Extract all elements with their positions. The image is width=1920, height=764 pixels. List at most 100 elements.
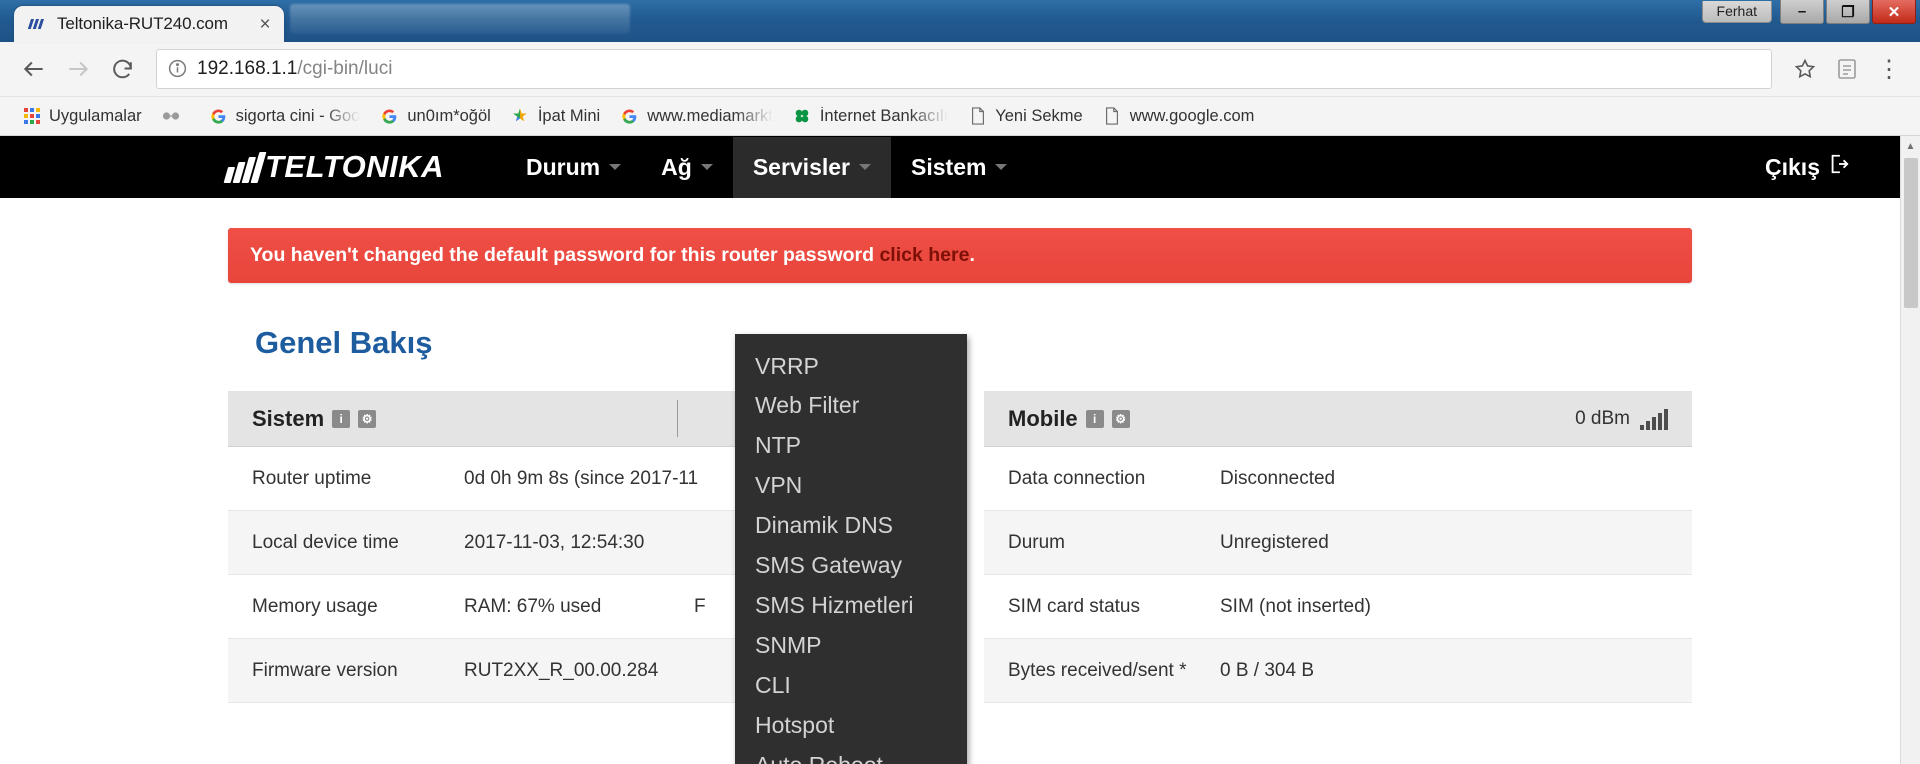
chevron-down-icon [609, 164, 622, 170]
row-value: SIM (not inserted) [1220, 595, 1371, 617]
nav-item-ag[interactable]: Ağ [641, 137, 733, 198]
back-button[interactable] [14, 49, 54, 89]
gear-icon[interactable]: ⚙ [1111, 409, 1130, 428]
nav-item-label: Durum [526, 153, 601, 180]
signal-bars-icon [1640, 408, 1668, 430]
google-icon [209, 107, 228, 126]
table-row: SIM card status SIM (not inserted) [984, 575, 1692, 639]
bookmark-sigorta-cini[interactable]: sigorta cini - Goo [199, 104, 371, 129]
bookmark-label: İpat Mini [537, 106, 601, 125]
bookmark-internet-bankaciligi[interactable]: İnternet Bankacılı [783, 104, 958, 129]
nav-item-sistem[interactable]: Sistem [891, 137, 1027, 198]
bookmark-glasses[interactable] [152, 104, 199, 129]
row-value: Unregistered [1220, 531, 1329, 553]
info-circle-icon[interactable] [167, 58, 189, 80]
chevron-down-icon [995, 164, 1008, 170]
chevron-down-icon [859, 164, 872, 170]
bookmark-un0im[interactable]: un0ım*oğöl [370, 104, 500, 129]
router-top-nav: TELTONIKA Durum Ağ Servisler Sistem Çıkı… [0, 136, 1920, 198]
row-key: Data connection [1008, 467, 1146, 489]
window-user-label[interactable]: Ferhat [1701, 1, 1772, 23]
signal-indicator: 0 dBm [1575, 408, 1668, 430]
alert-click-here-link[interactable]: click here [879, 244, 969, 266]
table-row: Durum Unregistered [984, 511, 1692, 575]
nav-item-label: Sistem [911, 153, 987, 180]
google-icon [380, 107, 399, 126]
page-scrollbar[interactable]: ▲ [1900, 136, 1920, 764]
info-icon[interactable]: i [332, 409, 351, 428]
menu-item-hotspot[interactable]: Hotspot [735, 706, 967, 746]
bookmark-yeni-sekme[interactable]: Yeni Sekme [958, 104, 1092, 129]
signal-strength-label: 0 dBm [1575, 407, 1630, 429]
row-key: Bytes received/sent * [1008, 659, 1187, 681]
colored-star-icon [511, 107, 530, 126]
pdf-extension-icon[interactable] [1830, 52, 1864, 86]
menu-item-dinamik-dns[interactable]: Dinamik DNS [735, 506, 967, 546]
reload-button[interactable] [102, 49, 142, 89]
row-value: 0 B / 304 B [1220, 659, 1315, 681]
nav-item-servisler[interactable]: Servisler [732, 136, 892, 198]
system-panel-title: Sistem [252, 405, 325, 431]
alert-text-after: . [969, 244, 975, 266]
row-key: SIM card status [1008, 595, 1140, 617]
row-key: Firmware version [252, 659, 398, 681]
green-clover-icon [793, 107, 812, 126]
bookmark-label: Yeni Sekme [995, 106, 1083, 125]
default-password-alert: You haven't changed the default password… [228, 228, 1692, 283]
row-key: Router uptime [252, 467, 372, 489]
browser-menu-icon[interactable]: ⋮ [1872, 52, 1906, 86]
menu-item-cli[interactable]: CLI [735, 666, 967, 706]
scroll-up-icon[interactable]: ▲ [1901, 136, 1920, 156]
browser-tab-title: Teltonika-RUT240.com [57, 14, 228, 33]
bookmark-label: Uygulamalar [49, 106, 142, 125]
bookmark-label: un0ım*oğöl [407, 106, 491, 125]
mobile-panel: Mobile i ⚙ 0 dBm Data connection Disconn… [984, 391, 1692, 703]
window-maximize-button[interactable]: ❐ [1826, 0, 1870, 24]
logout-icon [1828, 153, 1850, 181]
menu-item-auto-reboot[interactable]: Auto Reboot [735, 746, 967, 764]
row-value: Disconnected [1220, 467, 1336, 489]
address-host: 192.168.1.1 [197, 58, 298, 79]
row-key: Local device time [252, 531, 399, 553]
bookmark-label: www.google.com [1129, 106, 1255, 125]
bookmark-ipat-mini[interactable]: İpat Mini [501, 104, 610, 129]
forward-button[interactable] [58, 49, 98, 89]
address-bar-url: 192.168.1.1/cgi-bin/luci [197, 58, 392, 80]
nav-item-durum[interactable]: Durum [506, 137, 641, 198]
memory-ram-label: RAM: 67% used [464, 595, 602, 617]
menu-item-ntp[interactable]: NTP [735, 426, 967, 466]
tab-close-icon[interactable]: × [254, 13, 276, 35]
browser-tab[interactable]: Teltonika-RUT240.com × [14, 6, 284, 42]
bookmark-label: İnternet Bankacılı [819, 106, 949, 125]
page-icon [968, 107, 987, 126]
scrollbar-thumb[interactable] [1903, 158, 1918, 308]
titlebar-decoration [290, 4, 630, 34]
menu-item-sms-hizmetleri[interactable]: SMS Hizmetleri [735, 586, 967, 626]
menu-item-vrrp[interactable]: VRRP [735, 346, 967, 386]
teltonika-logo[interactable]: TELTONIKA [223, 149, 444, 185]
menu-item-vpn[interactable]: VPN [735, 466, 967, 506]
nav-item-label: Ağ [661, 153, 692, 180]
window-minimize-button[interactable]: – [1780, 0, 1824, 24]
teltonika-favicon-icon [28, 14, 48, 34]
glasses-icon [162, 107, 181, 126]
gear-icon[interactable]: ⚙ [358, 409, 377, 428]
address-bar[interactable]: 192.168.1.1/cgi-bin/luci [156, 49, 1772, 89]
nav-item-label: Servisler [752, 153, 851, 180]
bookmark-google-com[interactable]: www.google.com [1093, 104, 1265, 129]
logout-button[interactable]: Çıkış [1765, 153, 1850, 181]
menu-item-snmp[interactable]: SNMP [735, 626, 967, 666]
bookmark-apps[interactable]: Uygulamalar [12, 104, 152, 129]
menu-item-web-filter[interactable]: Web Filter [735, 386, 967, 426]
bookmark-mediamarkt[interactable]: www.mediamarkt [610, 104, 783, 129]
menu-item-sms-gateway[interactable]: SMS Gateway [735, 546, 967, 586]
info-icon[interactable]: i [1085, 409, 1104, 428]
teltonika-logo-mark-icon [223, 151, 267, 183]
bookmark-star-icon[interactable] [1788, 52, 1822, 86]
servisler-dropdown-menu: VRRP Web Filter NTP VPN Dinamik DNS SMS … [735, 334, 967, 764]
table-row: Bytes received/sent * 0 B / 304 B [984, 639, 1692, 703]
window-controls: Ferhat – ❐ ✕ [1701, 0, 1916, 24]
window-close-button[interactable]: ✕ [1872, 0, 1916, 24]
row-key: Memory usage [252, 595, 378, 617]
bookmark-label: sigorta cini - Goo [235, 106, 361, 125]
